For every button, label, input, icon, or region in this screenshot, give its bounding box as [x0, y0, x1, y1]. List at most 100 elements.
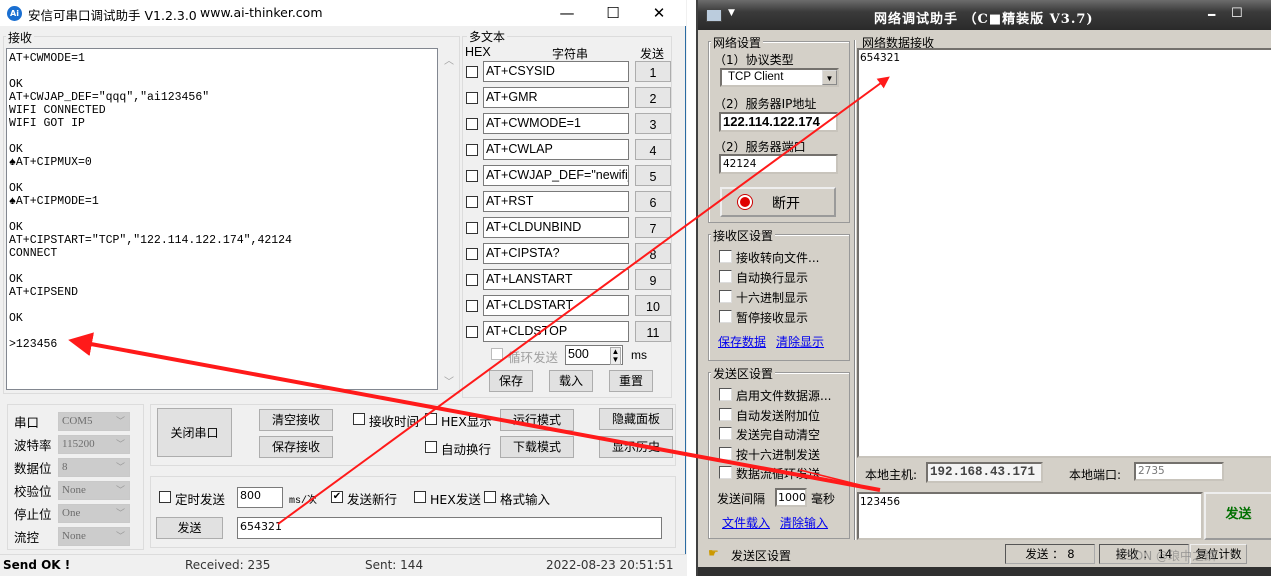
file-load-link[interactable]: 文件载入 — [722, 514, 770, 531]
save-receive-button[interactable]: 保存接收 — [259, 436, 333, 458]
multitext-hex-checkbox[interactable] — [466, 66, 478, 78]
show-history-button[interactable]: 显示历史 — [599, 436, 673, 458]
local-port-input[interactable]: 2735 — [1134, 462, 1224, 481]
multitext-send-button[interactable]: 1 — [635, 61, 671, 82]
multitext-input[interactable]: AT+CWMODE=1 — [483, 113, 629, 134]
run-mode-button[interactable]: 运行模式 — [500, 409, 574, 431]
server-port-input[interactable]: 42124 — [719, 154, 838, 174]
multitext-input[interactable]: AT+RST — [483, 191, 629, 212]
scroll-up-icon[interactable]: ︿ — [444, 52, 454, 67]
port-setting-select[interactable]: None ﹀ — [58, 527, 130, 546]
port-setting-select[interactable]: None ﹀ — [58, 481, 130, 500]
system-menu-icon[interactable]: ▼ — [728, 8, 735, 18]
send-option-label: 发送完自动清空 — [736, 428, 821, 442]
disconnect-button[interactable]: 断开 — [720, 187, 836, 217]
multitext-input[interactable]: AT+LANSTART — [483, 269, 629, 290]
hide-panel-button[interactable]: 隐藏面板 — [599, 408, 673, 430]
multitext-hex-checkbox[interactable] — [466, 300, 478, 312]
timed-interval-input[interactable]: 800 — [237, 487, 283, 508]
multitext-hex-checkbox[interactable] — [466, 144, 478, 156]
multitext-send-button[interactable]: 10 — [635, 295, 671, 316]
multitext-send-button[interactable]: 7 — [635, 217, 671, 238]
multitext-send-button[interactable]: 4 — [635, 139, 671, 160]
minimize-button[interactable]: ━ — [1208, 8, 1215, 22]
multitext-send-button[interactable]: 2 — [635, 87, 671, 108]
receive-textarea[interactable]: AT+CWMODE=1 OK AT+CWJAP_DEF="qqq","ai123… — [6, 48, 438, 390]
close-port-button[interactable]: 关闭串口 — [157, 408, 232, 457]
multitext-input[interactable]: AT+CWLAP — [483, 139, 629, 160]
multitext-input[interactable]: AT+CLDUNBIND — [483, 217, 629, 238]
receive-option-checkbox[interactable] — [719, 250, 732, 263]
save-button[interactable]: 保存 — [489, 370, 533, 392]
maximize-button[interactable]: ☐ — [1231, 6, 1243, 21]
dropdown-arrow-icon[interactable]: ▼ — [822, 70, 837, 85]
network-send-input[interactable]: 123456 — [857, 492, 1203, 540]
port-setting-select[interactable]: One ﹀ — [58, 504, 130, 523]
multitext-input[interactable]: AT+CWJAP_DEF="newifi_ — [483, 165, 629, 186]
multitext-input[interactable]: AT+CSYSID — [483, 61, 629, 82]
port-setting-select[interactable]: 115200 ﹀ — [58, 435, 130, 454]
timed-send-checkbox[interactable] — [159, 491, 171, 503]
local-host-input[interactable]: 192.168.43.171 — [926, 462, 1043, 483]
reset-button[interactable]: 重置 — [609, 370, 653, 392]
clear-receive-button[interactable]: 清空接收 — [259, 409, 333, 431]
scroll-down-icon[interactable]: ﹀ — [444, 373, 454, 388]
multitext-input[interactable]: AT+CLDSTART — [483, 295, 629, 316]
send-option-checkbox[interactable] — [719, 446, 732, 460]
window-title: 安信可串口调试助手 V1.2.3.0 — [28, 8, 197, 23]
receive-scrollbar[interactable]: ︿ ﹀ — [440, 48, 457, 390]
server-ip-input[interactable]: 122.114.122.174 — [719, 112, 838, 132]
load-button[interactable]: 载入 — [549, 370, 593, 392]
port-setting-select[interactable]: 8 ﹀ — [58, 458, 130, 477]
send-interval-input[interactable]: 1000 — [775, 488, 807, 507]
multitext-send-button[interactable]: 6 — [635, 191, 671, 212]
loop-interval-spinner[interactable]: 500 ▲ ▼ — [565, 345, 623, 365]
multitext-input[interactable]: AT+CLDSTOP — [483, 321, 629, 342]
send-newline-checkbox[interactable]: ✔ — [331, 491, 343, 503]
download-mode-button[interactable]: 下载模式 — [500, 436, 574, 458]
multitext-hex-checkbox[interactable] — [466, 118, 478, 130]
save-data-link[interactable]: 保存数据 — [718, 333, 766, 350]
multitext-send-button[interactable]: 3 — [635, 113, 671, 134]
multitext-input[interactable]: AT+CIPSTA? — [483, 243, 629, 264]
protocol-select[interactable]: TCP Client ▼ — [720, 68, 839, 87]
multitext-hex-checkbox[interactable] — [466, 248, 478, 260]
multitext-hex-checkbox[interactable] — [466, 92, 478, 104]
spinner-arrows-icon[interactable]: ▲ ▼ — [610, 347, 621, 365]
send-option-checkbox[interactable] — [719, 466, 732, 479]
loop-send-checkbox[interactable] — [491, 348, 503, 360]
minimize-button[interactable]: — — [544, 2, 590, 24]
multitext-send-button[interactable]: 5 — [635, 165, 671, 186]
multitext-hex-checkbox[interactable] — [466, 222, 478, 234]
auto-newline-checkbox[interactable] — [425, 441, 437, 453]
send-input[interactable]: 654321 — [237, 517, 662, 539]
maximize-button[interactable]: ☐ — [590, 2, 636, 24]
hex-send-checkbox[interactable] — [414, 491, 426, 503]
multitext-label: 多文本 — [467, 28, 508, 45]
multitext-input[interactable]: AT+GMR — [483, 87, 629, 108]
multitext-hex-checkbox[interactable] — [466, 326, 478, 338]
clear-display-link[interactable]: 清除显示 — [776, 333, 824, 350]
send-option-checkbox[interactable] — [719, 407, 732, 421]
format-input-checkbox[interactable] — [484, 491, 496, 503]
multitext-send-button[interactable]: 8 — [635, 243, 671, 264]
send-option-checkbox[interactable] — [719, 427, 732, 440]
network-send-button[interactable]: 发送 — [1204, 492, 1271, 540]
port-setting-select[interactable]: COM5 ﹀ — [58, 412, 130, 431]
clear-input-link[interactable]: 清除输入 — [780, 514, 828, 531]
hex-send-label: HEX发送 — [430, 492, 481, 507]
multitext-send-button[interactable]: 9 — [635, 269, 671, 290]
multitext-hex-checkbox[interactable] — [466, 196, 478, 208]
receive-option-checkbox[interactable] — [719, 290, 732, 303]
hex-display-checkbox[interactable] — [425, 413, 437, 425]
send-option-checkbox[interactable] — [719, 388, 732, 401]
send-button[interactable]: 发送 — [156, 517, 223, 539]
network-receive-area[interactable]: 654321 — [857, 48, 1271, 458]
multitext-hex-checkbox[interactable] — [466, 274, 478, 286]
receive-time-checkbox[interactable] — [353, 413, 365, 425]
close-button[interactable]: ✕ — [636, 2, 682, 24]
multitext-hex-checkbox[interactable] — [466, 170, 478, 182]
multitext-send-button[interactable]: 11 — [635, 321, 671, 342]
receive-option-checkbox[interactable] — [719, 310, 732, 323]
receive-option-checkbox[interactable] — [719, 270, 732, 283]
